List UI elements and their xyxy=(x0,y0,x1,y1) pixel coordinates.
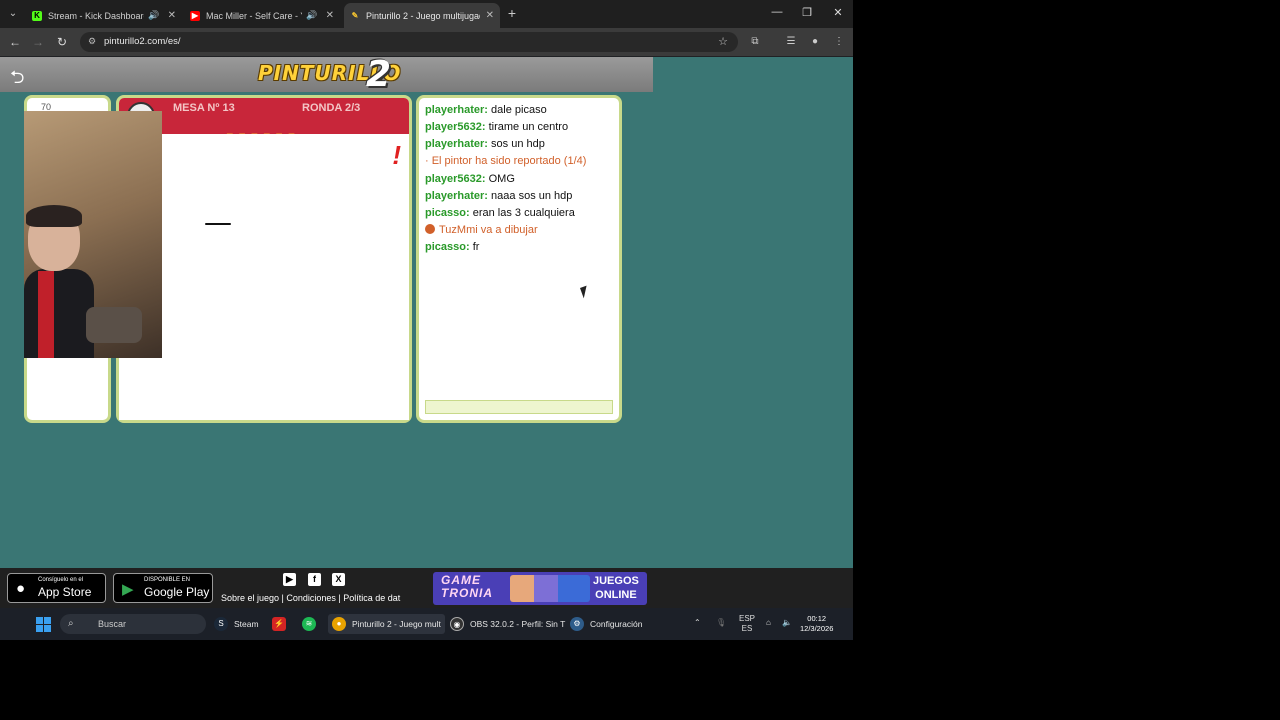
youtube-icon: ▶ xyxy=(190,10,200,21)
drawn-stroke xyxy=(205,223,231,225)
steam-icon: S xyxy=(214,617,228,631)
app-store-button[interactable]: ● Consíguelo en el App Store xyxy=(7,573,106,603)
gametronia-banner[interactable]: GAME TRONIA JUEGOS ONLINE xyxy=(433,572,647,605)
game-page: ⮌ PINTURILLO 2 70 MESA Nº 13 RONDA 2/3 _… xyxy=(0,54,853,568)
chat-log: playerhater: dale picaso player5632: tir… xyxy=(425,102,613,256)
chat-message: player5632: tirame un centro xyxy=(425,121,569,133)
taskbar-app-steam[interactable]: S Steam xyxy=(214,614,259,634)
google-play-icon: ▶ xyxy=(122,581,134,598)
language-indicator[interactable]: ESP ES xyxy=(739,614,755,634)
chat-input[interactable] xyxy=(425,400,613,414)
tab-youtube[interactable]: ▶ Mac Miller - Self Care - You 🔊 ✕ xyxy=(184,3,340,28)
drawing-canvas[interactable]: ! xyxy=(119,134,409,420)
chat-message: playerhater: sos un hdp xyxy=(425,138,545,150)
tab-pinturillo[interactable]: ✎ Pinturillo 2 - Juego multijugad ✕ xyxy=(344,3,500,28)
close-tab-icon[interactable]: ✕ xyxy=(168,10,176,21)
google-play-button[interactable]: ▶ DISPONIBLE EN Google Play xyxy=(113,573,213,603)
menu-kebab-icon[interactable]: ⋮ xyxy=(832,36,846,47)
footer-links[interactable]: Sobre el juego | Condiciones | Política … xyxy=(221,593,400,603)
tab-title: Stream - Kick Dashboard xyxy=(48,10,145,21)
tab-title: Mac Miller - Self Care - You xyxy=(206,10,302,21)
round-counter: RONDA 2/3 xyxy=(302,102,361,114)
turn-message: TuzMmi va a dibujar xyxy=(425,222,613,239)
turn-icon xyxy=(425,224,435,234)
taskbar-clock[interactable]: 00:12 12/3/2026 xyxy=(800,614,833,634)
extensions-icon[interactable]: ⧉ xyxy=(748,36,762,47)
kick-icon: K xyxy=(32,10,42,21)
chat-message: player5632: OMG xyxy=(425,173,515,185)
tab-kick-dashboard[interactable]: K Stream - Kick Dashboard 🔊 ✕ xyxy=(26,3,182,28)
url-text: pinturillo2.com/es/ xyxy=(104,36,181,47)
x-social-icon[interactable]: X xyxy=(332,573,345,586)
apple-icon: ● xyxy=(16,580,26,597)
chat-message: playerhater: naaa sos un hdp xyxy=(425,190,573,202)
taskbar-search[interactable]: ⌕ Buscar xyxy=(60,614,206,634)
facebook-social-icon[interactable]: f xyxy=(308,573,321,586)
new-tab-plus-icon[interactable]: + xyxy=(504,5,520,21)
banner-online-text: JUEGOS ONLINE xyxy=(593,575,639,601)
board-header: MESA Nº 13 RONDA 2/3 _ _ _ _ _ _ xyxy=(119,98,409,135)
forward-icon[interactable]: → xyxy=(31,35,45,49)
profile-icon[interactable]: ● xyxy=(808,36,822,47)
browser-toolbar: ← → ↻ ⚙ pinturillo2.com/es/ ☆ ⧉ ☰ ● ⋮ xyxy=(0,28,853,56)
gametronia-logo: GAME TRONIA xyxy=(441,573,493,600)
volume-icon[interactable]: 🔈 xyxy=(782,618,792,627)
tray-chevron-up-icon[interactable]: ⌃ xyxy=(694,618,701,627)
close-window-icon[interactable]: ✕ xyxy=(831,6,845,19)
taskbar-app-flash[interactable]: ⚡ xyxy=(272,614,292,634)
screen: ⌄ K Stream - Kick Dashboard 🔊 ✕ ▶ Mac Mi… xyxy=(0,0,853,640)
minimize-icon[interactable]: — xyxy=(770,6,784,18)
webcam-overlay xyxy=(24,111,162,358)
bookmark-star-icon[interactable]: ☆ xyxy=(718,35,728,48)
taskbar: ⌕ Buscar S Steam ⚡ ≋ ● Pinturillo 2 - Ju… xyxy=(0,608,853,640)
search-icon: ⌕ xyxy=(68,618,74,629)
lightning-icon: ⚡ xyxy=(272,617,286,631)
taskbar-app-obs[interactable]: ◉ OBS 32.0.2 - Perfil: Sin T xyxy=(450,614,565,634)
taskbar-app-spotify[interactable]: ≋ xyxy=(302,614,322,634)
taskbar-app-settings[interactable]: ⚙ Configuración xyxy=(570,614,642,634)
gear-icon: ⚙ xyxy=(570,617,584,631)
site-info-icon[interactable]: ⚙ xyxy=(88,36,96,47)
speaker-icon[interactable]: 🔊 xyxy=(148,10,159,21)
back-icon[interactable]: ← xyxy=(8,35,22,49)
microphone-icon[interactable]: 🎙 xyxy=(716,618,726,627)
youtube-social-icon[interactable]: ▶ xyxy=(283,573,296,586)
banner-characters xyxy=(510,575,590,602)
game-header-strip: ⮌ PINTURILLO 2 xyxy=(0,54,653,95)
taskbar-app-chrome[interactable]: ● Pinturillo 2 - Juego mult xyxy=(328,614,445,634)
chat-message: picasso: fr xyxy=(425,241,480,253)
system-message: · El pintor ha sido reportado (1/4) xyxy=(425,155,587,167)
close-tab-icon[interactable]: ✕ xyxy=(486,10,494,21)
pinturillo-logo-number: 2 xyxy=(366,54,392,95)
pencil-icon: ✎ xyxy=(351,10,359,20)
back-arrow-icon[interactable]: ⮌ xyxy=(10,65,24,95)
spotify-icon: ≋ xyxy=(302,617,316,631)
close-tab-icon[interactable]: ✕ xyxy=(326,10,334,21)
chrome-icon: ● xyxy=(332,617,346,631)
restore-icon[interactable]: ❐ xyxy=(800,6,814,19)
report-exclamation-icon[interactable]: ! xyxy=(392,140,401,171)
table-number: MESA Nº 13 xyxy=(173,102,235,114)
chat-message: picasso: eran las 3 cualquiera xyxy=(425,207,575,219)
windows-start-icon[interactable] xyxy=(36,617,51,632)
chat-message: playerhater: dale picaso xyxy=(425,104,547,116)
media-control-icon[interactable]: ☰ xyxy=(784,36,798,47)
browser-tab-bar: ⌄ K Stream - Kick Dashboard 🔊 ✕ ▶ Mac Mi… xyxy=(0,0,853,28)
network-icon[interactable]: ⌂ xyxy=(766,618,771,627)
tab-title: Pinturillo 2 - Juego multijugad xyxy=(366,10,480,21)
obs-icon: ◉ xyxy=(450,617,464,631)
reload-icon[interactable]: ↻ xyxy=(55,35,69,49)
tab-search-chevron-icon[interactable]: ⌄ xyxy=(4,5,22,23)
chat-panel: playerhater: dale picaso player5632: tir… xyxy=(416,95,622,423)
speaker-icon[interactable]: 🔊 xyxy=(306,10,317,21)
address-bar[interactable]: ⚙ pinturillo2.com/es/ ☆ xyxy=(80,32,738,52)
